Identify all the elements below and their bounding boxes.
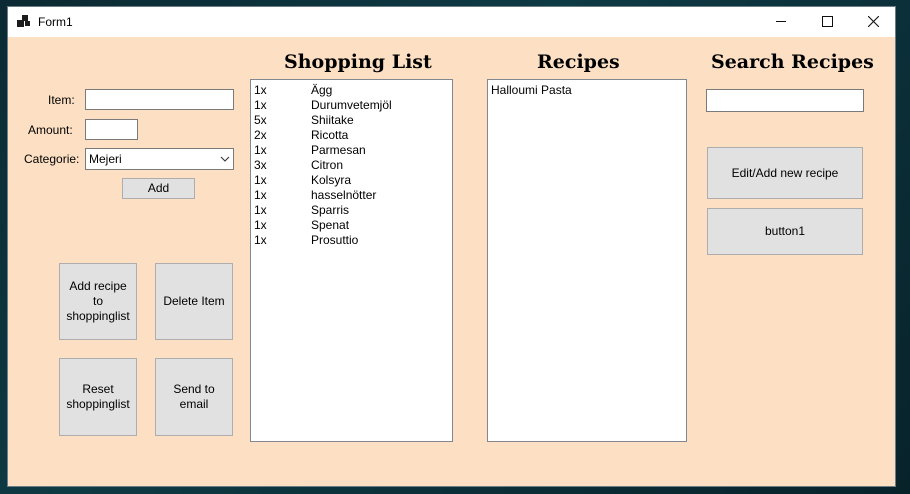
shopping-list-heading: Shopping List bbox=[284, 51, 432, 73]
item-input[interactable] bbox=[85, 89, 234, 110]
recipes-listbox[interactable]: Halloumi Pasta bbox=[487, 79, 687, 442]
item-name: Kolsyra bbox=[311, 173, 352, 187]
amount-input[interactable] bbox=[85, 119, 138, 140]
item-quantity: 1x bbox=[254, 173, 267, 187]
list-item[interactable]: 1x Spenat bbox=[251, 218, 452, 233]
add-recipe-label: Add recipe to shoppinglist bbox=[66, 279, 130, 323]
item-quantity: 3x bbox=[254, 158, 267, 172]
category-label: Categorie: bbox=[24, 152, 80, 166]
send-email-label: Send to email bbox=[173, 382, 215, 411]
edit-add-recipe-label: Edit/Add new recipe bbox=[731, 165, 839, 180]
shopping-listbox[interactable]: 1x Ägg 1x Durumvetemjöl 5x Shiitake 2x Ricotta 1… bbox=[250, 79, 453, 442]
item-quantity: 1x bbox=[254, 203, 267, 217]
category-select[interactable]: Mejeri bbox=[85, 148, 234, 170]
delete-item-button[interactable]: Delete Item bbox=[155, 263, 233, 340]
item-name: Ägg bbox=[311, 83, 333, 97]
delete-item-label: Delete Item bbox=[163, 294, 225, 308]
item-quantity: 1x bbox=[254, 188, 267, 202]
list-item[interactable]: 2x Ricotta bbox=[251, 128, 452, 143]
item-name: hasselnötter bbox=[311, 188, 377, 202]
amount-label: Amount: bbox=[28, 123, 73, 137]
search-input[interactable] bbox=[706, 89, 864, 112]
list-item[interactable]: 1x hasselnötter bbox=[251, 188, 452, 203]
item-name: Prosuttio bbox=[311, 233, 359, 247]
main-window: Form1 Item: Amount: Categorie: Mejeri Ad… bbox=[7, 6, 896, 487]
category-value: Mejeri bbox=[89, 152, 122, 166]
item-quantity: 5x bbox=[254, 113, 267, 127]
close-button[interactable] bbox=[850, 7, 896, 37]
title-bar[interactable]: Form1 bbox=[8, 7, 895, 37]
button1-label: button1 bbox=[764, 224, 806, 238]
item-name: Sparris bbox=[311, 203, 350, 217]
close-icon bbox=[867, 15, 879, 28]
item-quantity: 1x bbox=[254, 83, 267, 97]
search-recipes-heading: Search Recipes bbox=[711, 51, 874, 73]
item-quantity: 1x bbox=[254, 143, 267, 157]
recipe-item[interactable]: Halloumi Pasta bbox=[488, 83, 686, 98]
maximize-icon bbox=[821, 16, 833, 28]
chevron-down-icon bbox=[220, 156, 230, 162]
item-quantity: 1x bbox=[254, 218, 267, 232]
edit-add-recipe-button[interactable]: Edit/Add new recipe bbox=[707, 147, 863, 199]
window-title: Form1 bbox=[38, 15, 73, 29]
item-quantity: 1x bbox=[254, 233, 267, 247]
list-item[interactable]: 3x Citron bbox=[251, 158, 452, 173]
list-item[interactable]: 1x Sparris bbox=[251, 203, 452, 218]
item-name: Citron bbox=[311, 158, 344, 172]
item-name: Shiitake bbox=[311, 113, 354, 127]
item-name: Parmesan bbox=[311, 143, 366, 157]
item-quantity: 1x bbox=[254, 98, 267, 112]
add-button-label: Add bbox=[147, 181, 170, 195]
add-button[interactable]: Add bbox=[122, 178, 195, 199]
reset-label: Reset shoppinglist bbox=[66, 382, 130, 411]
list-item[interactable]: 1x Durumvetemjöl bbox=[251, 98, 452, 113]
add-recipe-to-shoppinglist-button[interactable]: Add recipe to shoppinglist bbox=[59, 263, 137, 340]
app-icon bbox=[17, 15, 31, 29]
item-quantity: 2x bbox=[254, 128, 267, 142]
item-name: Ricotta bbox=[311, 128, 349, 142]
list-item[interactable]: 1x Parmesan bbox=[251, 143, 452, 158]
item-name: Spenat bbox=[311, 218, 350, 232]
button1[interactable]: button1 bbox=[707, 208, 863, 255]
list-item[interactable]: 1x Ägg bbox=[251, 83, 452, 98]
list-item[interactable]: 1x Prosuttio bbox=[251, 233, 452, 248]
minimize-button[interactable] bbox=[758, 7, 804, 37]
maximize-button[interactable] bbox=[804, 7, 850, 37]
item-label: Item: bbox=[48, 93, 75, 107]
item-name: Durumvetemjöl bbox=[311, 98, 392, 112]
recipes-heading: Recipes bbox=[537, 51, 620, 73]
reset-shoppinglist-button[interactable]: Reset shoppinglist bbox=[59, 358, 137, 436]
minimize-icon bbox=[776, 21, 786, 23]
list-item[interactable]: 5x Shiitake bbox=[251, 113, 452, 128]
send-to-email-button[interactable]: Send to email bbox=[155, 358, 233, 436]
list-item[interactable]: 1x Kolsyra bbox=[251, 173, 452, 188]
